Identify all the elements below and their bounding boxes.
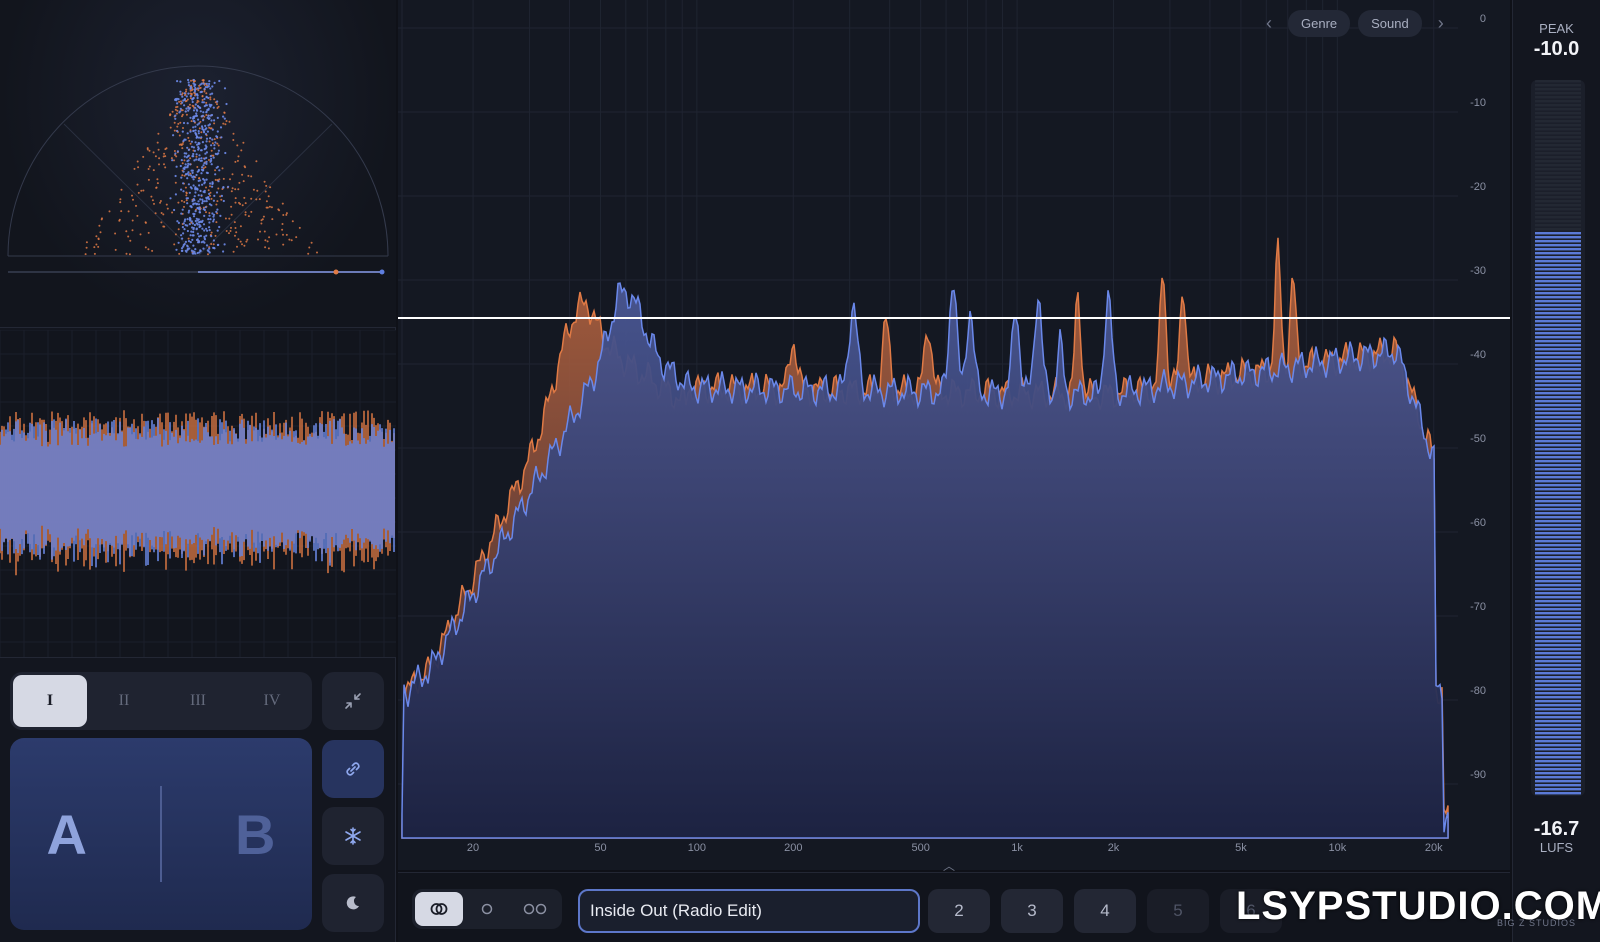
y-tick-label: -80 xyxy=(1470,685,1486,697)
x-tick-label: 1k xyxy=(1011,842,1023,854)
slot-5-button[interactable]: 5 xyxy=(1147,889,1209,933)
ab-switch[interactable]: A B xyxy=(10,738,312,930)
meter-bar xyxy=(1535,80,1581,795)
reference-tabs: I II III IV xyxy=(10,672,312,730)
ab-b-label[interactable]: B xyxy=(235,802,275,867)
y-tick-label: -30 xyxy=(1470,265,1486,277)
tab-reference-1[interactable]: I xyxy=(13,675,87,727)
peak-value: -10.0 xyxy=(1533,38,1580,60)
ab-divider xyxy=(160,786,162,882)
chevron-up-icon[interactable]: ︿ xyxy=(943,857,955,874)
stereo-field-scope xyxy=(7,65,389,275)
chevron-left-icon[interactable]: ‹ xyxy=(1258,13,1280,34)
x-tick-label: 20k xyxy=(1425,842,1443,854)
x-tick-label: 50 xyxy=(594,842,606,854)
y-tick-label: -70 xyxy=(1470,601,1486,613)
sound-button[interactable]: Sound xyxy=(1358,10,1422,37)
oscilloscope-panel xyxy=(0,330,396,658)
moon-icon xyxy=(346,896,359,910)
y-tick-label: -20 xyxy=(1470,181,1486,193)
waveform-display xyxy=(0,330,396,657)
mode-single-button[interactable] xyxy=(463,892,511,926)
link-button[interactable] xyxy=(322,740,384,798)
y-tick-label: -50 xyxy=(1470,433,1486,445)
x-tick-label: 2k xyxy=(1108,842,1120,854)
collapse-button[interactable] xyxy=(322,672,384,730)
slot-2-button[interactable]: 2 xyxy=(928,889,990,933)
tab-reference-4[interactable]: IV xyxy=(235,675,309,727)
x-tick-label: 100 xyxy=(688,842,706,854)
overlap-circles-icon xyxy=(430,903,448,915)
slot-4-button[interactable]: 4 xyxy=(1074,889,1136,933)
left-column: I II III IV A B xyxy=(0,0,396,942)
spectrum-plot: 0 -10 -20 -30 -40 -50 -60 -70 -80 -90 20 50 100 200 5… xyxy=(398,0,1510,854)
stereo-field-panel xyxy=(0,0,396,328)
y-tick-label: 0 xyxy=(1480,13,1486,25)
two-circles-icon xyxy=(523,903,547,915)
reference-track-field[interactable]: Inside Out (Radio Edit) xyxy=(578,889,920,933)
collapse-icon xyxy=(345,693,361,709)
y-tick-label: -90 xyxy=(1470,769,1486,781)
lufs-label: LUFS xyxy=(1539,840,1574,855)
y-tick-label: -40 xyxy=(1470,349,1486,361)
dark-mode-button[interactable] xyxy=(322,874,384,932)
x-tick-label: 500 xyxy=(912,842,930,854)
slot-3-button[interactable]: 3 xyxy=(1001,889,1063,933)
peak-label: PEAK xyxy=(1539,21,1574,36)
view-mode-group xyxy=(412,889,562,929)
mode-dual-button[interactable] xyxy=(511,892,559,926)
x-tick-label: 200 xyxy=(784,842,802,854)
link-icon xyxy=(346,762,360,776)
loudness-meter: PEAK -10.0 -16.7 LUFS xyxy=(1512,0,1600,942)
freeze-button[interactable] xyxy=(322,807,384,865)
mode-overlay-button[interactable] xyxy=(415,892,463,926)
chevron-right-icon[interactable]: › xyxy=(1430,13,1452,34)
spectrum-analyzer: 0 -10 -20 -30 -40 -50 -60 -70 -80 -90 20 50 100 200 5… xyxy=(398,0,1510,870)
ab-a-label[interactable]: A xyxy=(47,802,87,867)
genre-button[interactable]: Genre xyxy=(1288,10,1351,37)
x-tick-label: 10k xyxy=(1328,842,1346,854)
snowflake-icon xyxy=(345,827,361,845)
x-tick-label: 20 xyxy=(467,842,479,854)
spectrum-nav: ‹ Genre Sound › xyxy=(1258,10,1452,37)
y-tick-label: -60 xyxy=(1470,517,1486,529)
meter-track xyxy=(1531,80,1585,796)
circle-icon xyxy=(481,903,493,915)
y-tick-label: -10 xyxy=(1470,97,1486,109)
tab-reference-3[interactable]: III xyxy=(161,675,235,727)
tab-reference-2[interactable]: II xyxy=(87,675,161,727)
lufs-value: -16.7 xyxy=(1533,818,1580,840)
x-tick-label: 5k xyxy=(1235,842,1247,854)
brand-subtitle: BIG Z STUDIOS xyxy=(1497,918,1577,928)
